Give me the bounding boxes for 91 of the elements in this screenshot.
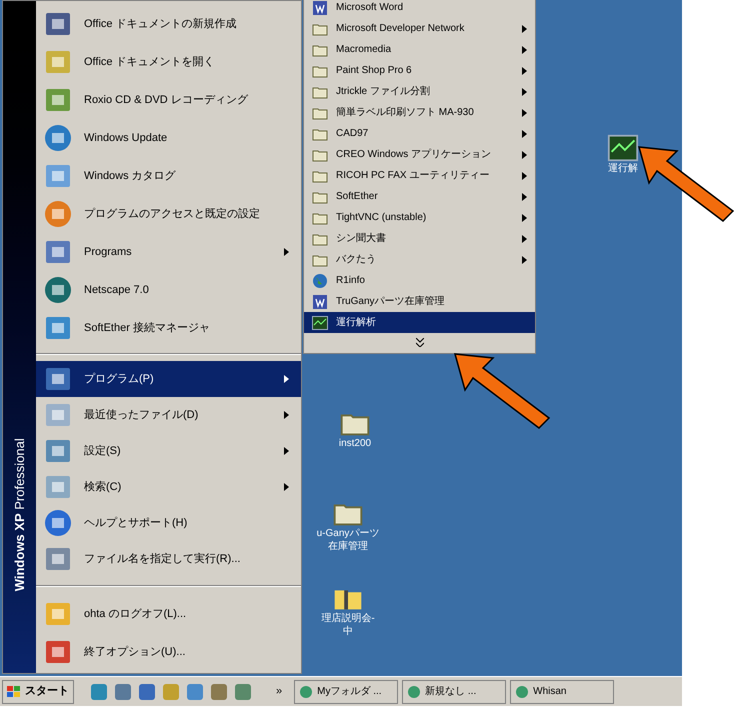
program-icon [44,276,72,304]
program-icon [44,162,72,190]
quick-launch-icon[interactable] [138,682,156,700]
band-text: Windows XP Professional [10,438,28,592]
menu-item[interactable]: 終了オプション(U)... [36,633,301,671]
chart-icon [312,316,328,330]
program-icon [44,10,72,38]
desktop-icon-label[interactable]: 在庫管理 [328,540,368,553]
menu-item[interactable]: TightVNC (unstable) [304,207,535,228]
menu-item[interactable]: TruGanyパーツ在庫管理 [304,291,535,312]
folder-icon [312,168,328,182]
folder-icon [312,148,328,162]
desktop-icon-label[interactable]: 運行解 [608,163,638,176]
app-icon [515,684,530,698]
menu-item[interactable]: Windows Update [36,119,301,157]
program-icon [44,365,72,393]
menu-item[interactable]: Macromedia [304,39,535,60]
menu-item[interactable]: ファイル名を指定して実行(R)... [36,541,301,577]
menu-item[interactable]: 運行解析 [304,312,535,333]
program-icon [44,124,72,152]
globe-icon [312,272,328,288]
folder-icon [312,232,328,246]
menu-item[interactable]: 簡単ラベル印刷ソフト MA-930 [304,102,535,123]
quick-launch-icon[interactable] [114,682,132,700]
folder-icon [312,190,328,204]
windows-logo-icon [7,686,21,698]
desktop-icon-label[interactable]: u-Ganyパーツ [316,528,380,540]
menu-item[interactable]: Windows カタログ [36,157,301,195]
menu-item[interactable]: ohta のログオフ(L)... [36,595,301,633]
menu-item[interactable]: プログラム(P) [36,361,301,397]
start-button[interactable]: スタート [2,680,74,704]
quick-launch-icon[interactable] [186,682,204,700]
program-icon [44,437,72,465]
quick-launch-icon[interactable] [90,682,108,700]
menu-item[interactable]: Microsoft Developer Network [304,18,535,39]
app-icon [312,294,328,310]
folder-icon [312,210,328,224]
taskbar-button[interactable]: Myフォルダ ... [294,680,398,704]
menu-item[interactable]: Netscape 7.0 [36,271,301,309]
menu-item[interactable]: Office ドキュメントの新規作成 [36,5,301,43]
menu-item[interactable]: Roxio CD & DVD レコーディング [36,81,301,119]
menu-item[interactable]: シン聞大書 [304,228,535,249]
menu-item[interactable]: 設定(S) [36,433,301,469]
app-icon [299,684,314,698]
expand-chevron-icon[interactable] [416,338,424,346]
program-icon [44,509,72,537]
quick-launch-icon[interactable] [162,682,180,700]
menu-item[interactable]: バクたう [304,249,535,270]
program-icon [44,314,72,342]
program-icon [44,600,72,628]
folder-icon [312,106,328,120]
program-icon [44,238,72,266]
folder-icon [312,64,328,78]
taskbar-button[interactable]: Whisan [510,680,614,704]
menu-item[interactable]: Programs [36,233,301,271]
program-icon [44,48,72,76]
overflow-chevron[interactable]: » [276,683,282,700]
menu-item[interactable]: CAD97 [304,123,535,144]
quick-launch-icon[interactable] [210,682,228,700]
app-icon [407,684,422,698]
desktop-icon-label[interactable]: 中 [343,626,353,638]
taskbar-button[interactable]: 新規なし ... [402,680,506,704]
program-icon [44,200,72,228]
program-icon [44,86,72,114]
app-icon [312,0,328,16]
menu-item[interactable]: 検索(C) [36,469,301,505]
desktop-icon-label[interactable]: inst200 [338,438,372,450]
folder-icon [312,42,328,56]
menu-item[interactable]: RICOH PC FAX ユーティリティー [304,165,535,186]
menu-item[interactable]: Jtrickle ファイル分割 [304,81,535,102]
menu-item[interactable]: SoftEther 接続マネージャ [36,309,301,347]
menu-item[interactable]: 最近使ったファイル(D) [36,397,301,433]
folder-icon [312,126,328,140]
menu-item[interactable]: Microsoft Word [304,0,535,18]
menu-item[interactable]: Paint Shop Pro 6 [304,60,535,81]
menu-item[interactable]: Office ドキュメントを開く [36,43,301,81]
menu-item[interactable]: ヘルプとサポート(H) [36,505,301,541]
chart-icon [608,134,638,162]
program-icon [44,638,72,666]
quick-launch-icon[interactable] [234,682,252,700]
menu-item[interactable]: R1info [304,270,535,291]
desktop-icon-label[interactable]: 理店説明会- [321,613,375,626]
program-icon [44,545,72,573]
menu-item[interactable]: プログラムのアクセスと既定の設定 [36,195,301,233]
folder-icon [312,84,328,98]
menu-item[interactable]: CREO Windows アプリケーション [304,144,535,165]
folder-icon [312,22,328,36]
program-icon [44,401,72,429]
menu-item[interactable]: SoftEther [304,186,535,207]
program-icon [44,473,72,501]
folder-icon [312,252,328,266]
